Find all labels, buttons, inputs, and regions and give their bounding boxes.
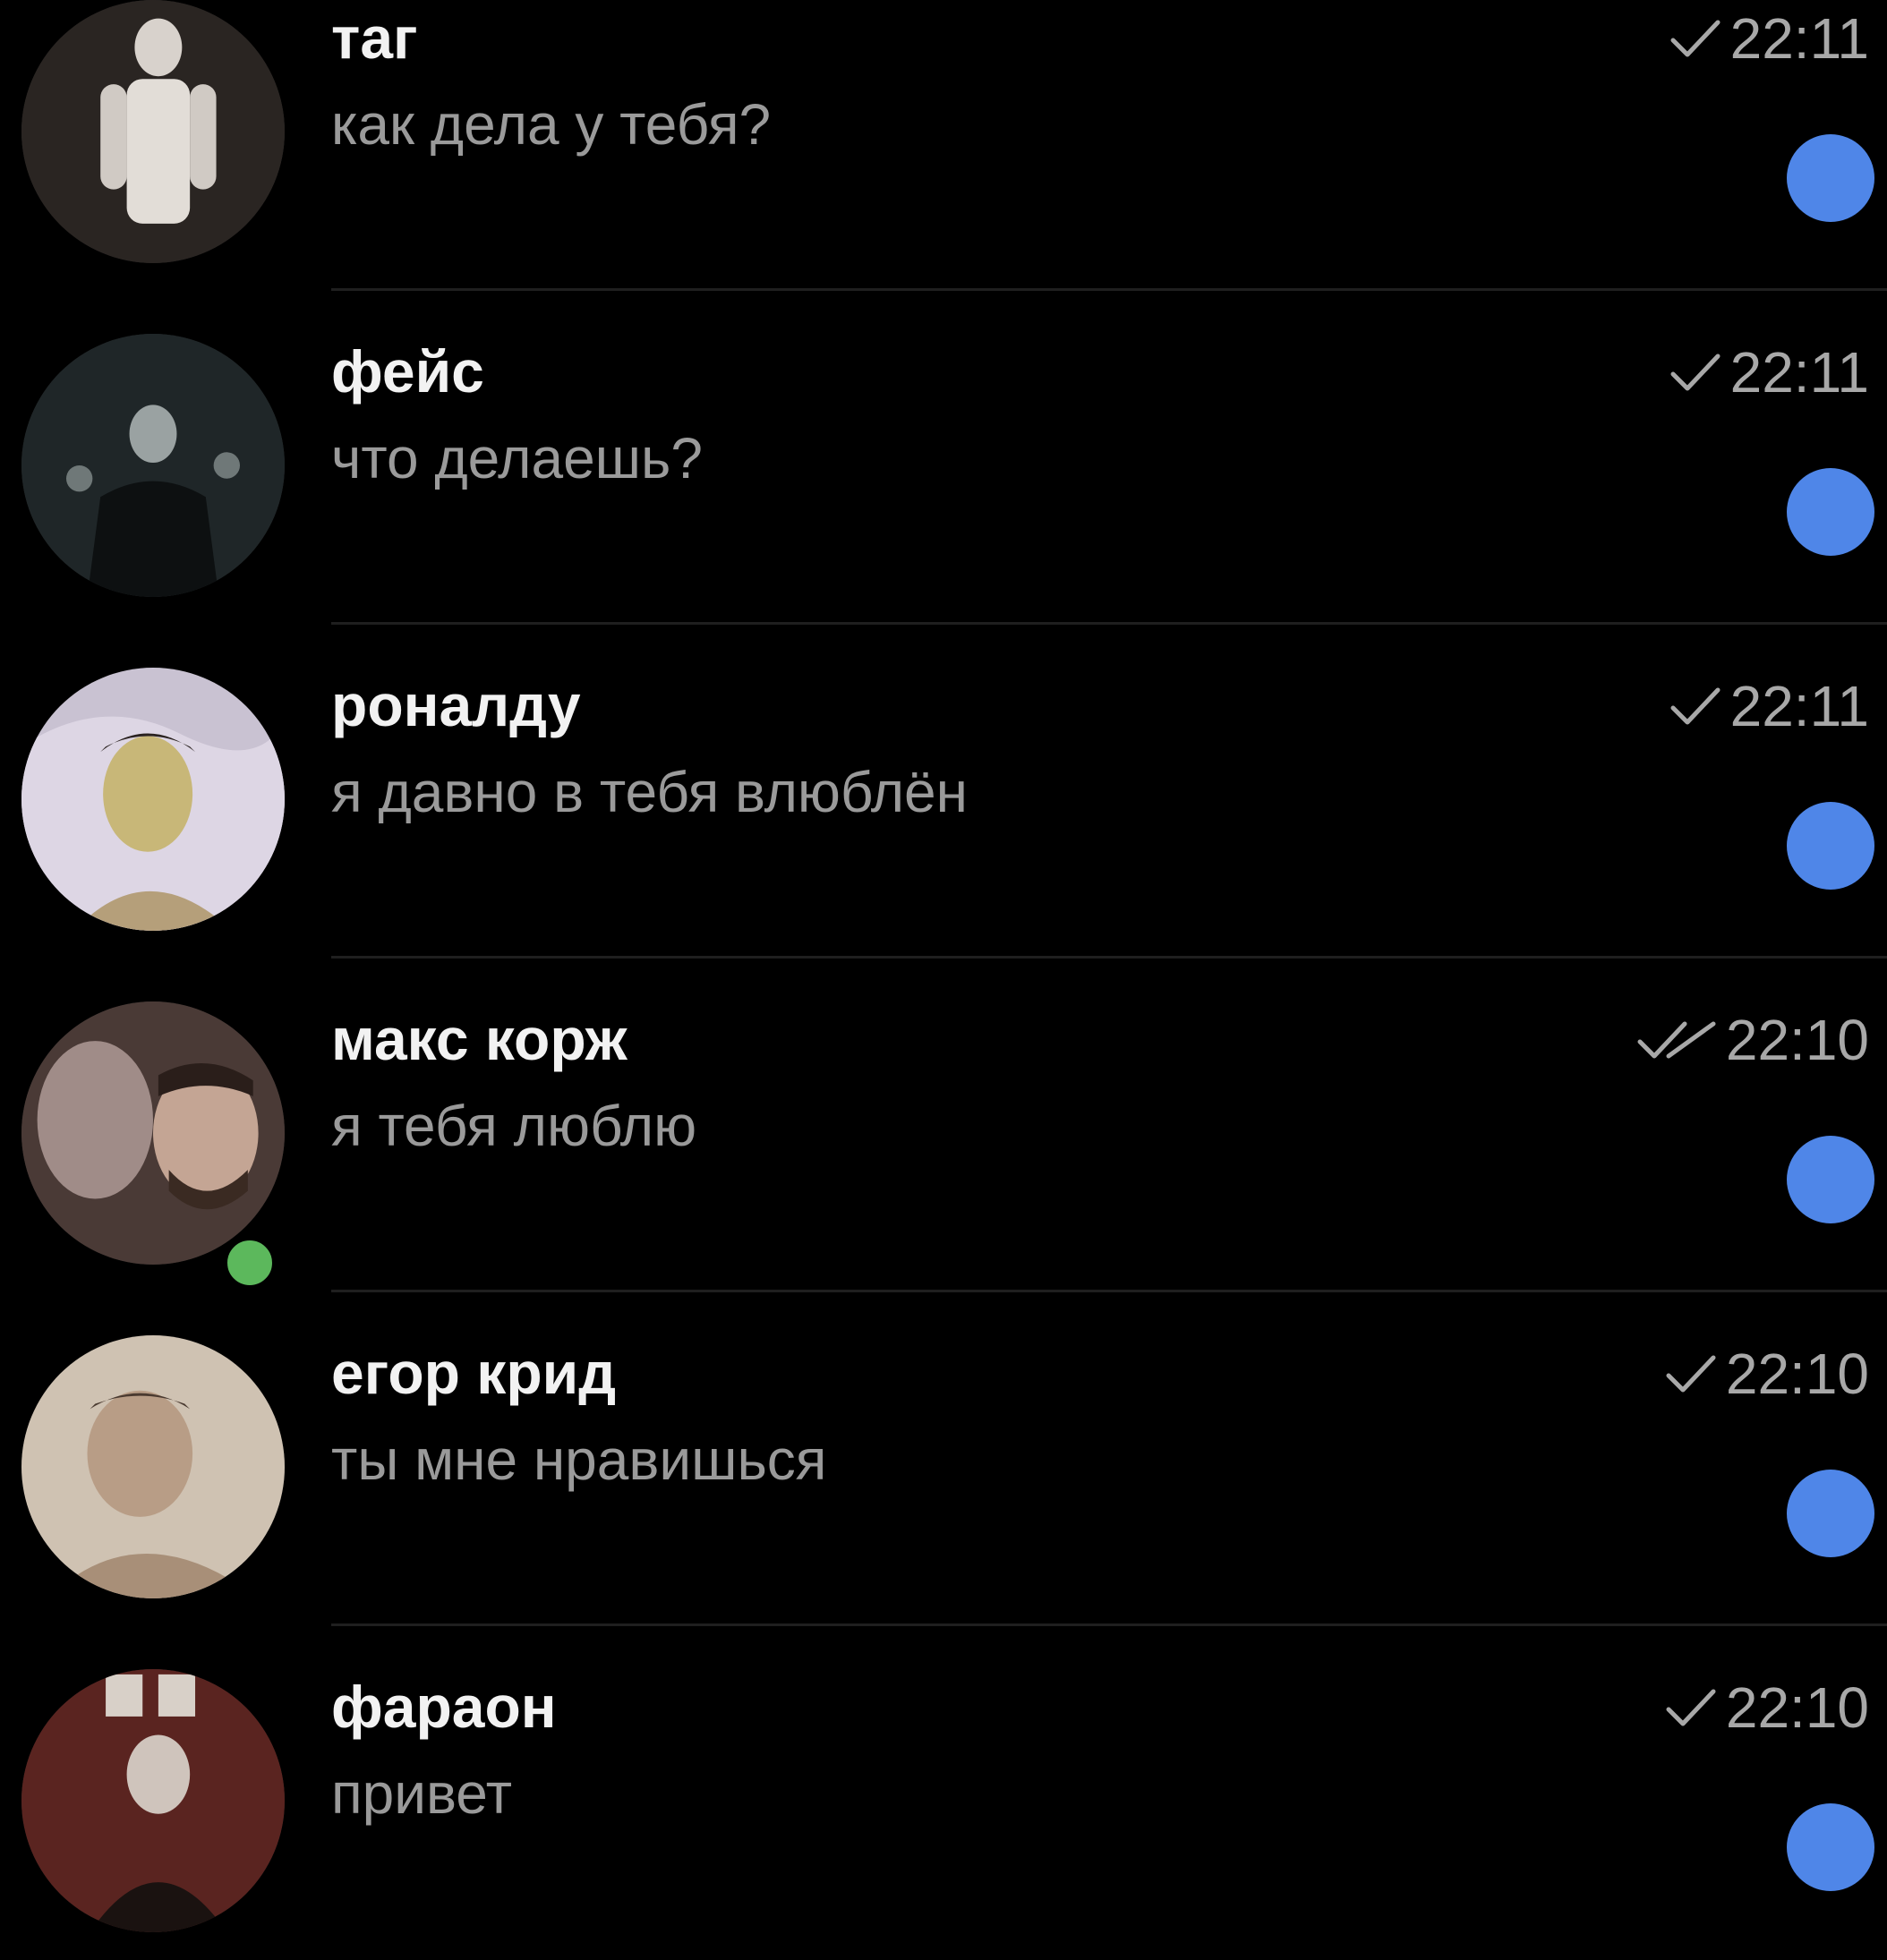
- chat-time: 22:11: [1729, 6, 1869, 71]
- avatar[interactable]: [21, 0, 285, 263]
- online-status-dot: [222, 1235, 278, 1291]
- chat-name: фейс: [331, 338, 484, 405]
- avatar[interactable]: [21, 1335, 285, 1598]
- sent-check-icon: [1666, 1689, 1716, 1726]
- unread-indicator: [1787, 1136, 1874, 1223]
- chat-name: фараон: [331, 1674, 557, 1740]
- avatar[interactable]: [21, 668, 285, 931]
- chat-time: 22:11: [1729, 340, 1869, 405]
- chat-row-maks-korzh[interactable]: макс корж я тебя люблю 22:10: [0, 959, 1887, 1292]
- chat-list: таг как дела у тебя? 22:11 фейс что дела…: [0, 0, 1887, 1960]
- avatar[interactable]: [21, 1669, 285, 1932]
- chat-row-egor-krid[interactable]: егор крид ты мне нравишься 22:10: [0, 1292, 1887, 1626]
- avatar-photo-icon: [21, 0, 285, 263]
- unread-indicator: [1787, 1470, 1874, 1557]
- unread-indicator: [1787, 134, 1874, 222]
- read-double-check-icon: [1637, 1021, 1716, 1059]
- sent-check-icon: [1670, 20, 1720, 57]
- chat-row-tag[interactable]: таг как дела у тебя? 22:11: [0, 0, 1887, 291]
- avatar-photo-icon: [21, 668, 285, 931]
- chat-time: 22:10: [1725, 1342, 1869, 1406]
- chat-preview: я давно в тебя влюблён: [331, 760, 968, 824]
- chat-preview: как дела у тебя?: [331, 92, 772, 157]
- chat-time: 22:10: [1725, 1008, 1869, 1072]
- chat-preview: что делаешь?: [331, 426, 703, 490]
- chat-name: таг: [331, 4, 418, 71]
- avatar[interactable]: [21, 1001, 285, 1265]
- chat-meta: 22:10: [1636, 1007, 1869, 1073]
- chat-name: егор крид: [331, 1340, 617, 1406]
- chat-meta: 22:10: [1665, 1341, 1869, 1407]
- chat-preview: ты мне нравишься: [331, 1427, 827, 1492]
- sent-check-icon: [1670, 354, 1720, 391]
- sent-check-icon: [1666, 1355, 1716, 1393]
- avatar-photo-icon: [21, 1335, 285, 1598]
- sent-check-icon: [1670, 687, 1720, 725]
- chat-preview: я тебя люблю: [331, 1094, 697, 1158]
- chat-meta: 22:11: [1669, 673, 1869, 739]
- unread-indicator: [1787, 468, 1874, 556]
- chat-meta: 22:10: [1665, 1675, 1869, 1741]
- chat-name: макс корж: [331, 1006, 628, 1072]
- chat-meta: 22:11: [1669, 339, 1869, 405]
- chat-row-faraon[interactable]: фараон привет 22:10: [0, 1626, 1887, 1960]
- avatar-photo-icon: [21, 1669, 285, 1932]
- chat-time: 22:10: [1725, 1675, 1869, 1740]
- chat-row-ronaldu[interactable]: роналду я давно в тебя влюблён 22:11: [0, 625, 1887, 959]
- avatar-photo-icon: [21, 1001, 285, 1265]
- chat-time: 22:11: [1729, 674, 1869, 738]
- chat-name: роналду: [331, 672, 581, 738]
- unread-indicator: [1787, 1803, 1874, 1891]
- chat-meta: 22:11: [1669, 5, 1869, 72]
- avatar[interactable]: [21, 334, 285, 597]
- chat-row-feis[interactable]: фейс что делаешь? 22:11: [0, 291, 1887, 625]
- chat-preview: привет: [331, 1761, 513, 1826]
- unread-indicator: [1787, 802, 1874, 890]
- avatar-photo-icon: [21, 334, 285, 597]
